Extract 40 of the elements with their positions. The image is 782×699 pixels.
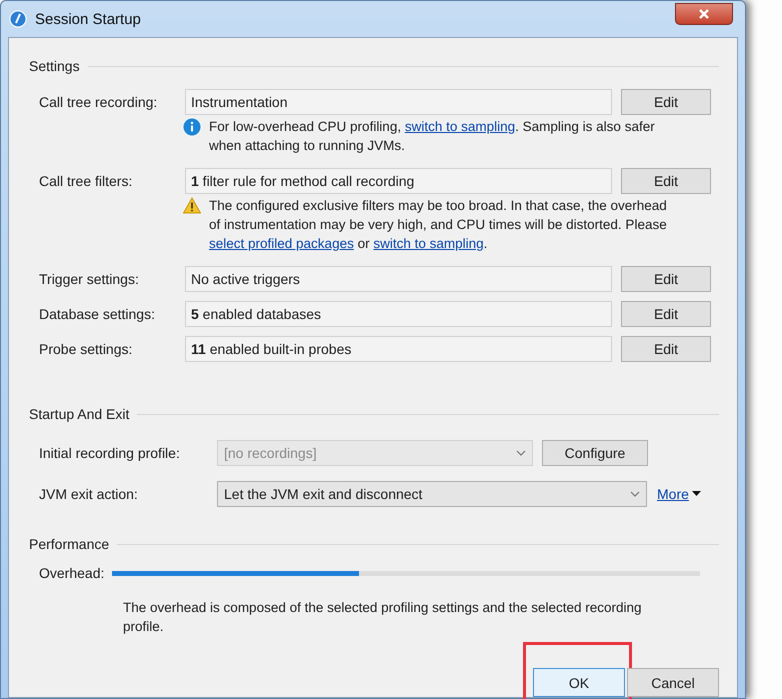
setting-label: Database settings: xyxy=(39,306,156,322)
app-icon xyxy=(9,10,27,28)
edit-button[interactable]: Edit xyxy=(621,300,711,326)
setting-field: 11 enabled built-in probes xyxy=(185,336,612,362)
edit-button[interactable]: Edit xyxy=(621,88,711,114)
close-button[interactable] xyxy=(675,3,733,25)
cancel-button[interactable]: Cancel xyxy=(627,668,719,697)
note-text: The configured exclusive filters may be too broad. In that case, the overhead of instrumentation may be very high, and CPU times will be distorted. Please select profiled packages or switch to sampling. xyxy=(209,197,668,253)
edit-button[interactable]: Edit xyxy=(621,168,711,194)
ok-button[interactable]: OK xyxy=(533,668,625,697)
edit-button[interactable]: Edit xyxy=(621,336,711,362)
section-heading: Performance xyxy=(29,536,110,552)
chevron-icon xyxy=(630,490,640,496)
close-icon xyxy=(698,9,710,19)
chevron-icon xyxy=(516,450,526,456)
section-heading: Startup And Exit xyxy=(29,406,130,422)
link[interactable]: switch to sampling xyxy=(404,119,516,134)
edit-button[interactable]: Edit xyxy=(621,266,711,292)
section-heading: Settings xyxy=(29,58,80,74)
window-title: Session Startup xyxy=(35,10,141,28)
caret-icon xyxy=(692,491,701,496)
setting-field: No active triggers xyxy=(185,266,612,292)
setting-field: 1 filter rule for method call recording xyxy=(185,168,612,194)
setting-label: Call tree recording: xyxy=(39,94,158,110)
link[interactable]: switch to sampling xyxy=(373,236,484,251)
description-text: The overhead is composed of the selected profiling settings and the selected recording profile. xyxy=(123,599,643,636)
setting-label: Probe settings: xyxy=(39,340,134,356)
setting-label: Call tree filters: xyxy=(39,172,134,188)
warning-icon xyxy=(183,197,201,214)
more-link[interactable]: More xyxy=(657,486,689,502)
overhead-label: Overhead: xyxy=(39,565,104,581)
dropdown[interactable]: Let the JVM exit and disconnect xyxy=(217,480,647,506)
setting-label: Trigger settings: xyxy=(39,270,140,286)
setting-field: Instrumentation xyxy=(185,88,612,114)
info-icon xyxy=(183,118,201,136)
link[interactable]: select profiled packages xyxy=(209,236,354,251)
setting-label: Initial recording profile: xyxy=(39,444,181,460)
note-text: For low-overhead CPU profiling, switch to sampling. Sampling is also safer when attaching to running JVMs. xyxy=(209,118,656,155)
setting-field: 5 enabled databases xyxy=(185,300,612,326)
setting-label: JVM exit action: xyxy=(39,486,139,502)
